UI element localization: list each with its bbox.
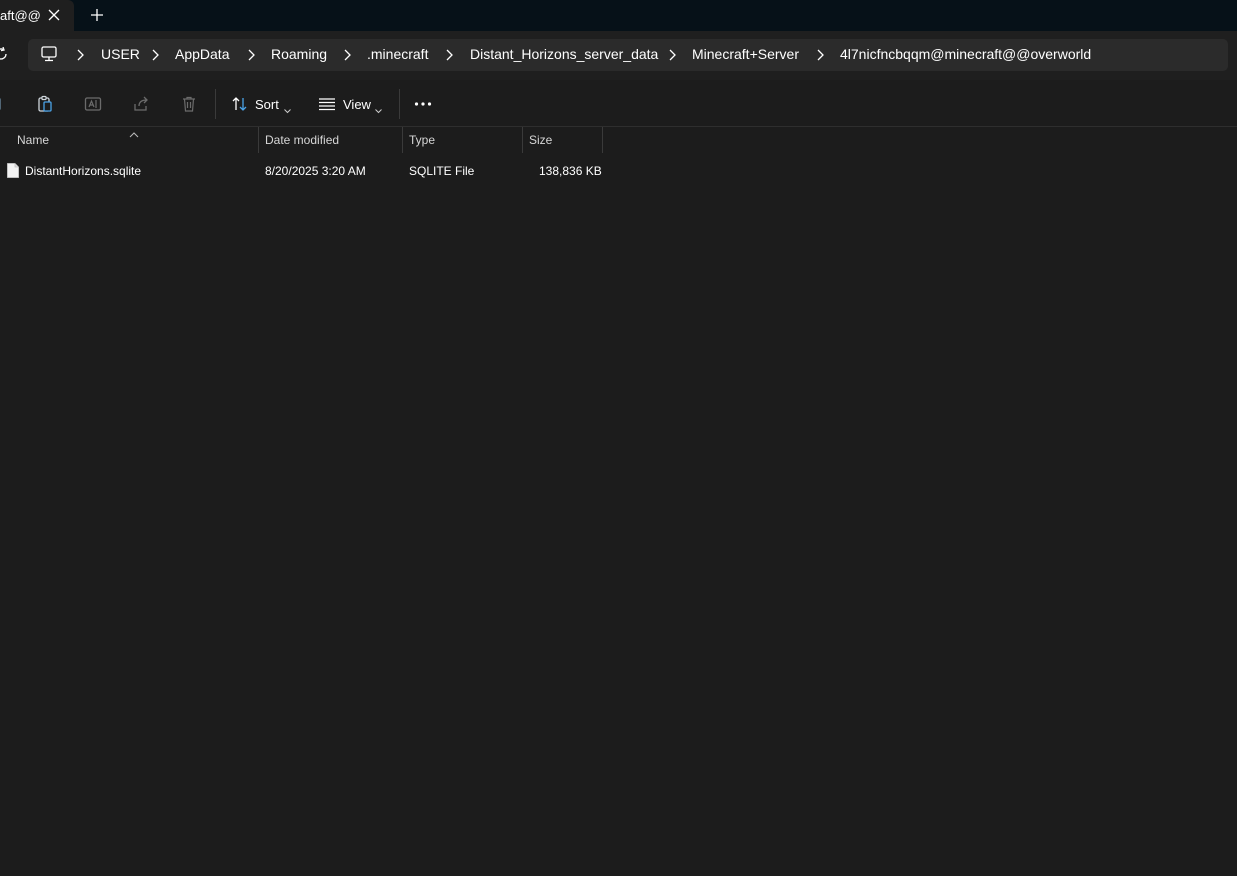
file-name[interactable]: DistantHorizons.sqlite [25, 164, 141, 178]
refresh-icon[interactable] [0, 46, 8, 61]
chevron-down-icon[interactable] [284, 101, 291, 114]
file-date-modified: 8/20/2025 3:20 AM [265, 164, 366, 178]
tab-title: aft@@ [0, 8, 40, 23]
new-tab-icon[interactable] [88, 6, 106, 24]
breadcrumb-distant-horizons[interactable]: Distant_Horizons_server_data [470, 46, 658, 62]
copy-icon[interactable] [0, 95, 4, 113]
column-header-date[interactable]: Date modified [259, 127, 402, 153]
delete-icon[interactable] [180, 95, 198, 113]
chevron-right-icon[interactable] [342, 48, 352, 61]
chevron-right-icon[interactable] [444, 48, 454, 61]
toolbar-divider [399, 89, 400, 119]
column-header-type[interactable]: Type [403, 127, 522, 153]
tab-active[interactable]: aft@@ [0, 0, 74, 31]
breadcrumb-overworld[interactable]: 4l7nicfncbqqm@minecraft@@overworld [840, 46, 1091, 62]
chevron-right-icon[interactable] [150, 48, 160, 61]
file-explorer-window: aft@@ USER AppData Roaming .minecraft Di… [0, 0, 1237, 876]
breadcrumb-user[interactable]: USER [101, 46, 140, 62]
this-pc-icon[interactable] [40, 45, 58, 63]
chevron-right-icon[interactable] [667, 48, 677, 61]
chevron-right-icon[interactable] [75, 48, 85, 61]
column-header-size[interactable]: Size [523, 127, 602, 153]
column-header-type-label: Type [409, 133, 436, 147]
paste-icon[interactable] [36, 95, 54, 113]
toolbar-divider [215, 89, 216, 119]
view-button[interactable]: View [343, 97, 371, 112]
sort-button[interactable]: Sort [255, 97, 279, 112]
share-icon[interactable] [132, 95, 150, 113]
file-type: SQLITE File [409, 164, 475, 178]
breadcrumb-minecraft[interactable]: .minecraft [367, 46, 428, 62]
file-row[interactable]: DistantHorizons.sqlite 8/20/2025 3:20 AM… [0, 159, 604, 183]
breadcrumb-minecraft-server[interactable]: Minecraft+Server [692, 46, 799, 62]
more-options-icon[interactable] [414, 95, 432, 113]
sort-icon[interactable] [231, 95, 249, 113]
column-header-name-label: Name [17, 133, 50, 147]
breadcrumb-appdata[interactable]: AppData [175, 46, 229, 62]
chevron-right-icon[interactable] [815, 48, 825, 61]
column-header-size-label: Size [529, 133, 553, 147]
breadcrumb-roaming[interactable]: Roaming [271, 46, 327, 62]
chevron-right-icon[interactable] [246, 48, 256, 61]
chevron-down-icon[interactable] [375, 101, 382, 114]
file-size: 138,836 KB [539, 164, 602, 178]
column-header-name[interactable]: Name [11, 127, 258, 153]
column-divider[interactable] [602, 127, 603, 153]
file-icon [7, 163, 19, 178]
tab-strip: aft@@ [0, 0, 1237, 31]
close-icon[interactable] [45, 6, 63, 24]
view-icon[interactable] [318, 95, 336, 113]
rename-icon[interactable] [84, 95, 102, 113]
column-header-date-label: Date modified [265, 133, 340, 147]
